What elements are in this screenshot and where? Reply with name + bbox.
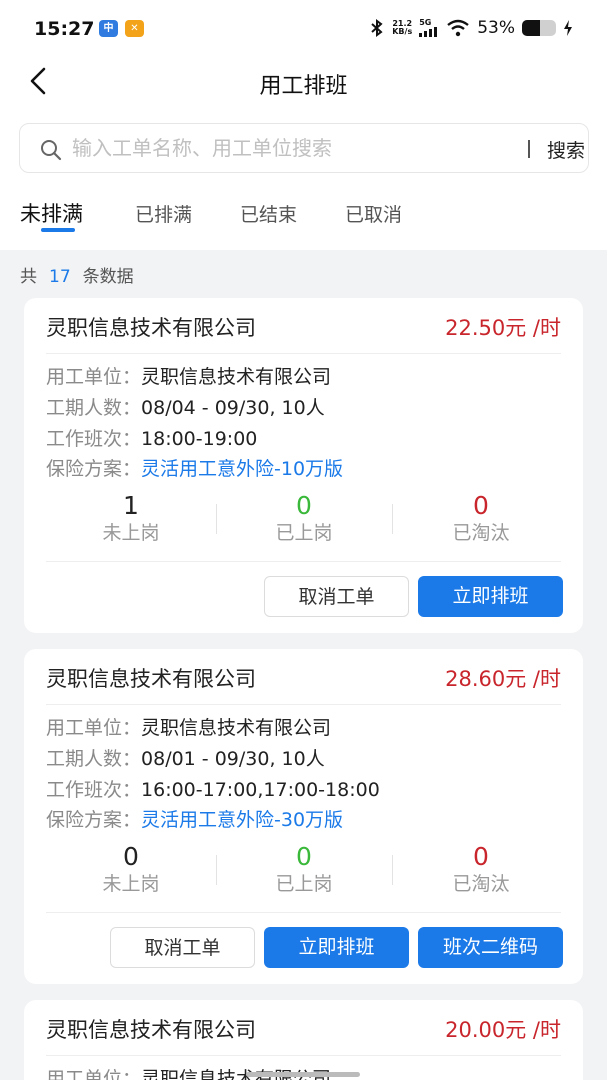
wifi-icon <box>447 19 469 37</box>
stat-divider <box>392 855 393 885</box>
page-title: 用工排班 <box>259 74 348 99</box>
cancel-order-button[interactable]: 取消工单 <box>110 927 255 968</box>
search-input[interactable] <box>72 132 502 164</box>
insurance-link[interactable]: 灵活用工意外险-30万版 <box>141 809 343 831</box>
unit-row: 用工单位：灵职信息技术有限公司 <box>46 366 332 388</box>
hourly-price: 20.00元 /时 <box>445 1018 561 1042</box>
shift-row: 工作班次：18:00-19:00 <box>46 428 258 450</box>
app-notification-icon: 中 <box>99 20 118 37</box>
stat-divider <box>216 504 217 534</box>
hourly-price: 22.50元 /时 <box>445 316 561 340</box>
worker-stats: 0 未上岗 0 已上岗 0 已淘汰 <box>46 843 561 913</box>
status-tabs: 未排满 已排满 已结束 已取消 <box>0 196 607 236</box>
stat-onboard[interactable]: 0 已上岗 <box>219 843 389 897</box>
schedule-now-button[interactable]: 立即排班 <box>418 576 563 617</box>
insurance-row: 保险方案：灵活用工意外险-10万版 <box>46 458 344 480</box>
net-speed: 21.2 KB/s <box>392 19 413 36</box>
stat-divider <box>216 855 217 885</box>
battery-icon <box>522 20 556 36</box>
schedule-now-button[interactable]: 立即排班 <box>264 927 409 968</box>
status-bar: 15:27 中 ✕ 21.2 KB/s 5G 53% <box>0 0 607 58</box>
status-time: 15:27 <box>34 18 95 40</box>
home-indicator[interactable] <box>246 1072 360 1077</box>
company-name: 灵职信息技术有限公司 <box>46 1018 256 1042</box>
bluetooth-icon <box>371 19 383 37</box>
tools-notification-icon: ✕ <box>125 20 144 37</box>
nav-bar: 用工排班 <box>0 58 607 106</box>
work-order-card[interactable]: 灵职信息技术有限公司 22.50元 /时 用工单位：灵职信息技术有限公司 工期人… <box>24 298 583 633</box>
divider <box>46 1055 561 1056</box>
stat-divider <box>392 504 393 534</box>
cancel-order-button[interactable]: 取消工单 <box>264 576 409 617</box>
charging-icon <box>564 20 572 36</box>
hourly-price: 28.60元 /时 <box>445 667 561 691</box>
tab-cancelled[interactable]: 已取消 <box>345 200 402 227</box>
signal-icon: 5G <box>419 19 439 37</box>
insurance-link[interactable]: 灵活用工意外险-10万版 <box>141 458 343 480</box>
search-box: 搜索 <box>19 123 589 173</box>
stat-pending[interactable]: 1 未上岗 <box>46 492 216 546</box>
unit-row: 用工单位：灵职信息技术有限公司 <box>46 717 332 739</box>
divider <box>46 704 561 705</box>
tab-finished[interactable]: 已结束 <box>240 200 297 227</box>
divider <box>46 353 561 354</box>
battery-percent: 53% <box>477 18 515 38</box>
shift-row: 工作班次：16:00-17:00,17:00-18:00 <box>46 779 380 801</box>
insurance-row: 保险方案：灵活用工意外险-30万版 <box>46 809 344 831</box>
active-tab-indicator <box>41 228 75 232</box>
stat-pending[interactable]: 0 未上岗 <box>46 843 216 897</box>
search-icon <box>41 140 62 161</box>
work-order-card[interactable]: 灵职信息技术有限公司 28.60元 /时 用工单位：灵职信息技术有限公司 工期人… <box>24 649 583 984</box>
shift-qrcode-button[interactable]: 班次二维码 <box>418 927 563 968</box>
company-name: 灵职信息技术有限公司 <box>46 316 256 340</box>
record-count: 共 17 条数据 <box>20 267 134 287</box>
tab-filled[interactable]: 已排满 <box>135 200 192 227</box>
search-divider <box>528 140 530 158</box>
stat-eliminated[interactable]: 0 已淘汰 <box>396 843 566 897</box>
tab-unfilled[interactable]: 未排满 <box>20 198 83 228</box>
work-order-card[interactable]: 灵职信息技术有限公司 20.00元 /时 用工单位：灵职信息技术有限公司 <box>24 1000 583 1080</box>
search-button[interactable]: 搜索 <box>547 136 585 163</box>
period-row: 工期人数：08/01 - 09/30, 10人 <box>46 748 325 770</box>
stat-onboard[interactable]: 0 已上岗 <box>219 492 389 546</box>
stat-eliminated[interactable]: 0 已淘汰 <box>396 492 566 546</box>
worker-stats: 1 未上岗 0 已上岗 0 已淘汰 <box>46 492 561 562</box>
period-row: 工期人数：08/04 - 09/30, 10人 <box>46 397 325 419</box>
company-name: 灵职信息技术有限公司 <box>46 667 256 691</box>
